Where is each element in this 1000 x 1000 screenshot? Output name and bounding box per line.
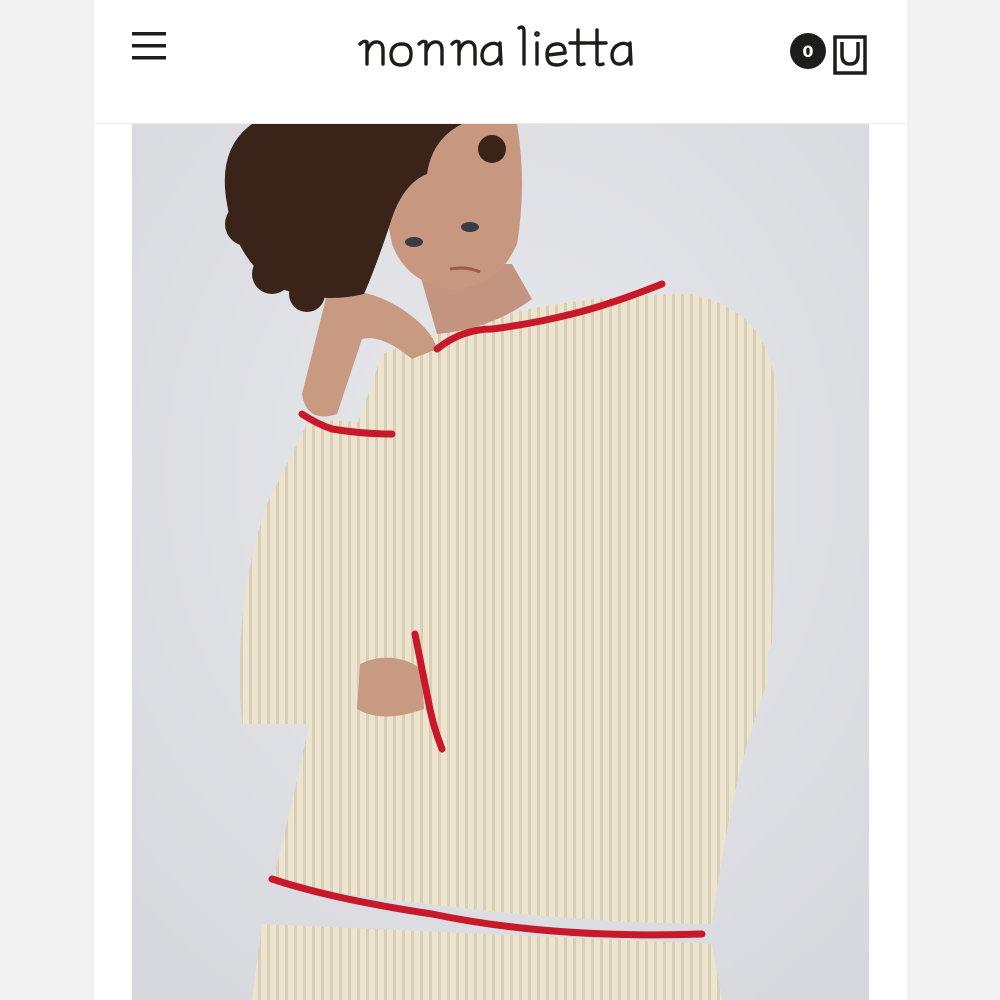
cart-button[interactable]: 0 bbox=[788, 30, 870, 78]
page-container: 0 bbox=[94, 0, 907, 1000]
cart-count-badge: 0 bbox=[790, 33, 826, 69]
shopping-bag-icon bbox=[833, 35, 867, 75]
product-photo-illustration bbox=[132, 124, 869, 1000]
menu-button[interactable] bbox=[130, 28, 170, 64]
brand-logo-wordmark bbox=[358, 25, 633, 67]
brand-logo[interactable] bbox=[334, 12, 674, 82]
hero-product-image[interactable] bbox=[132, 124, 869, 1000]
site-header: 0 bbox=[94, 0, 907, 124]
hamburger-menu-icon bbox=[132, 32, 166, 60]
